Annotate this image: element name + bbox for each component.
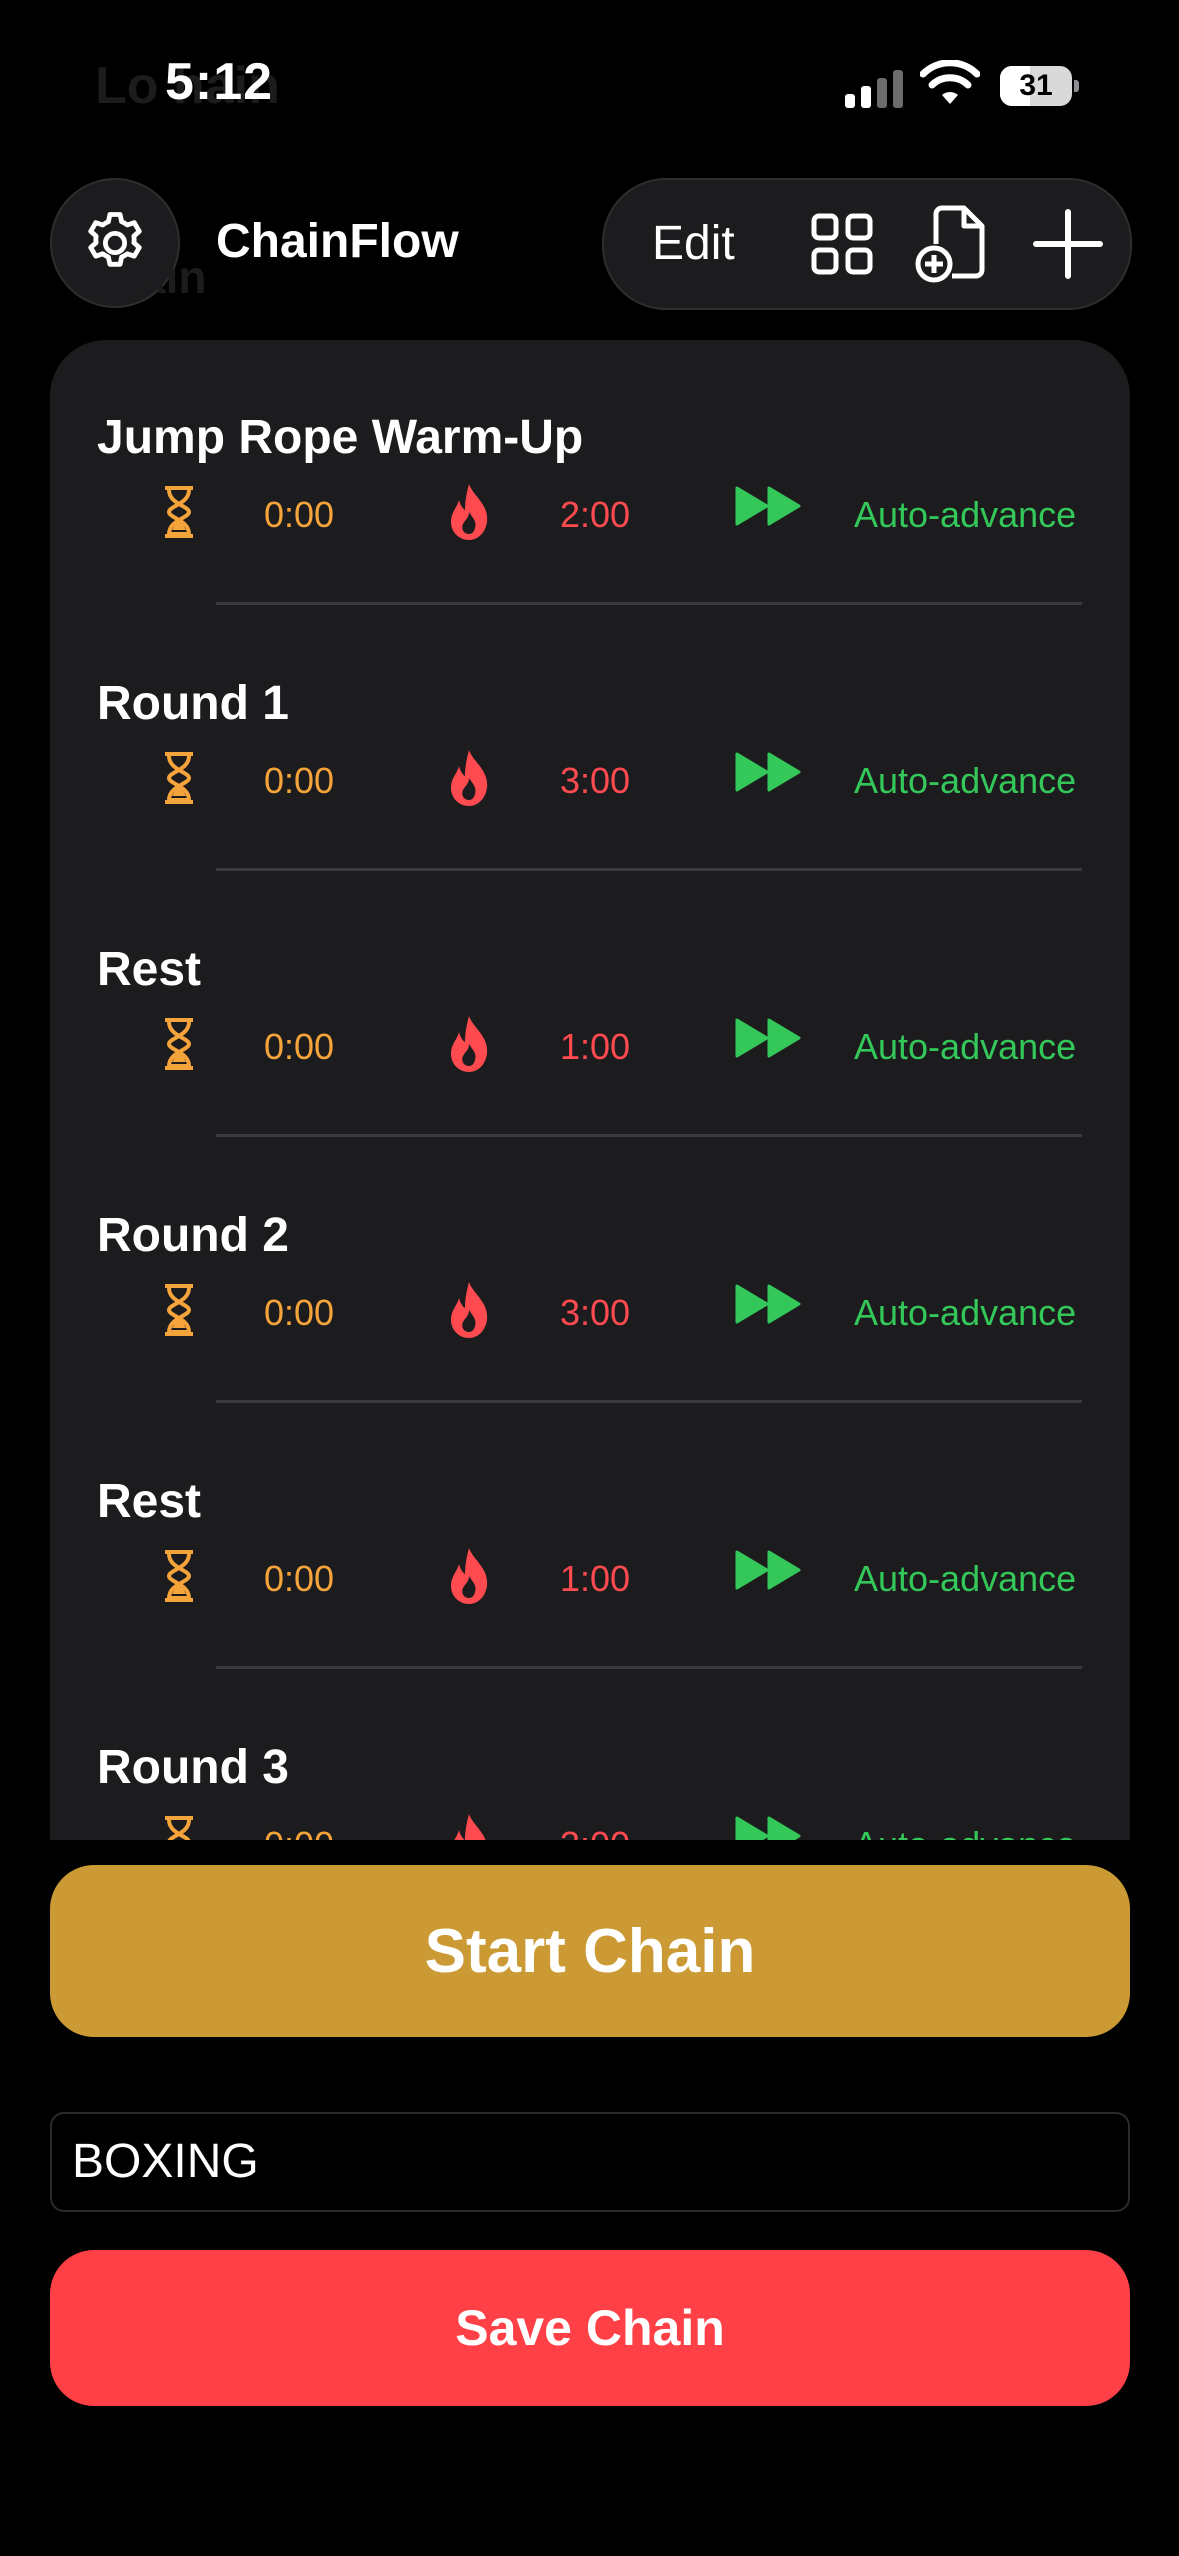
chain-name-input[interactable]: BOXING	[50, 2112, 1130, 2212]
fast-forward-icon	[735, 1284, 801, 1324]
step-delay: 0:00	[264, 1292, 335, 1333]
hourglass-icon	[165, 1018, 193, 1070]
flame-icon	[451, 750, 488, 806]
row-divider	[216, 1666, 1082, 1669]
row-divider	[216, 602, 1082, 605]
chain-step[interactable]: Rest 0:00 1:00 Auto-advance	[50, 1404, 1130, 1670]
step-advance-mode: Auto-advance	[854, 1026, 1077, 1067]
flame-icon	[454, 1814, 486, 1840]
step-title: Rest	[97, 1475, 202, 1528]
step-title: Round 3	[97, 1741, 289, 1794]
flame-icon	[451, 1548, 488, 1604]
hourglass-icon	[165, 752, 193, 804]
step-advance-mode: Auto-advance	[854, 494, 1077, 535]
toolbar-actions: Edit	[602, 178, 1132, 310]
step-details: 0:00 3:00 Auto-advance	[97, 1812, 1127, 1840]
fast-forward-icon	[735, 752, 801, 792]
status-bar: Lo hain 5:12 31	[0, 0, 1179, 160]
step-title: Jump Rope Warm-Up	[97, 411, 584, 464]
hourglass-icon	[165, 486, 193, 538]
step-details: 0:00 3:00 Auto-advance	[97, 748, 1127, 808]
row-divider	[216, 1400, 1082, 1403]
background-subtitle-ghost: ain	[140, 251, 207, 303]
battery-level: 31	[1019, 69, 1053, 102]
status-time: 5:12	[165, 53, 274, 111]
fast-forward-icon	[735, 1018, 801, 1058]
step-title: Round 2	[97, 1209, 289, 1262]
hourglass-icon	[165, 1284, 193, 1336]
row-divider	[216, 868, 1082, 871]
step-advance-mode: Auto-advance	[854, 1558, 1077, 1599]
battery-indicator: 31	[1000, 66, 1079, 106]
chain-step[interactable]: Round 3 0:00 3:00 Auto-advance	[50, 1670, 1130, 1840]
step-details: 0:00 3:00 Auto-advance	[97, 1280, 1127, 1340]
step-duration: 3:00	[560, 1292, 631, 1333]
step-details: 0:00 2:00 Auto-advance	[97, 482, 1127, 542]
step-advance-mode: Auto-advance	[854, 1824, 1076, 1840]
hourglass-icon	[165, 1550, 193, 1602]
step-title: Round 1	[97, 677, 289, 730]
step-delay: 0:00	[264, 1026, 335, 1067]
step-duration: 3:00	[560, 760, 631, 801]
flame-icon	[451, 1016, 488, 1072]
step-delay: 0:00	[264, 1824, 334, 1840]
edit-button[interactable]: Edit	[652, 216, 735, 271]
chain-step-list[interactable]: Jump Rope Warm-Up 0:00 2:00 Auto-advance…	[50, 340, 1130, 1840]
chain-step[interactable]: Round 2 0:00 3:00 Auto-advance	[50, 1138, 1130, 1404]
cellular-signal-icon	[845, 70, 903, 108]
start-chain-button[interactable]: Start Chain	[50, 1865, 1130, 2037]
chain-step[interactable]: Round 1 0:00 3:00 Auto-advance	[50, 606, 1130, 872]
step-duration: 1:00	[560, 1026, 631, 1067]
chain-step[interactable]: Jump Rope Warm-Up 0:00 2:00 Auto-advance	[50, 340, 1130, 606]
hourglass-icon	[165, 1816, 193, 1840]
fast-forward-icon	[735, 1816, 801, 1840]
app-title: ChainFlow	[216, 215, 459, 268]
row-divider	[216, 1134, 1082, 1137]
wifi-icon	[920, 60, 980, 104]
step-delay: 0:00	[264, 1558, 335, 1599]
grid-icon[interactable]	[810, 212, 874, 276]
fast-forward-icon	[735, 1550, 801, 1590]
chain-step[interactable]: Rest 0:00 1:00 Auto-advance	[50, 872, 1130, 1138]
document-plus-icon[interactable]	[912, 204, 992, 284]
step-advance-mode: Auto-advance	[854, 1292, 1077, 1333]
step-title: Rest	[97, 943, 202, 996]
step-details: 0:00 1:00 Auto-advance	[97, 1546, 1127, 1606]
step-duration: 1:00	[560, 1558, 631, 1599]
flame-icon	[451, 484, 488, 540]
step-duration: 3:00	[560, 1824, 630, 1840]
step-advance-mode: Auto-advance	[854, 760, 1077, 801]
step-details: 0:00 1:00 Auto-advance	[97, 1014, 1127, 1074]
step-delay: 0:00	[264, 494, 335, 535]
save-chain-button[interactable]: Save Chain	[50, 2250, 1130, 2406]
plus-icon[interactable]	[1032, 208, 1104, 280]
flame-icon	[451, 1282, 488, 1338]
fast-forward-icon	[735, 486, 801, 526]
step-delay: 0:00	[264, 760, 335, 801]
step-duration: 2:00	[560, 494, 631, 535]
